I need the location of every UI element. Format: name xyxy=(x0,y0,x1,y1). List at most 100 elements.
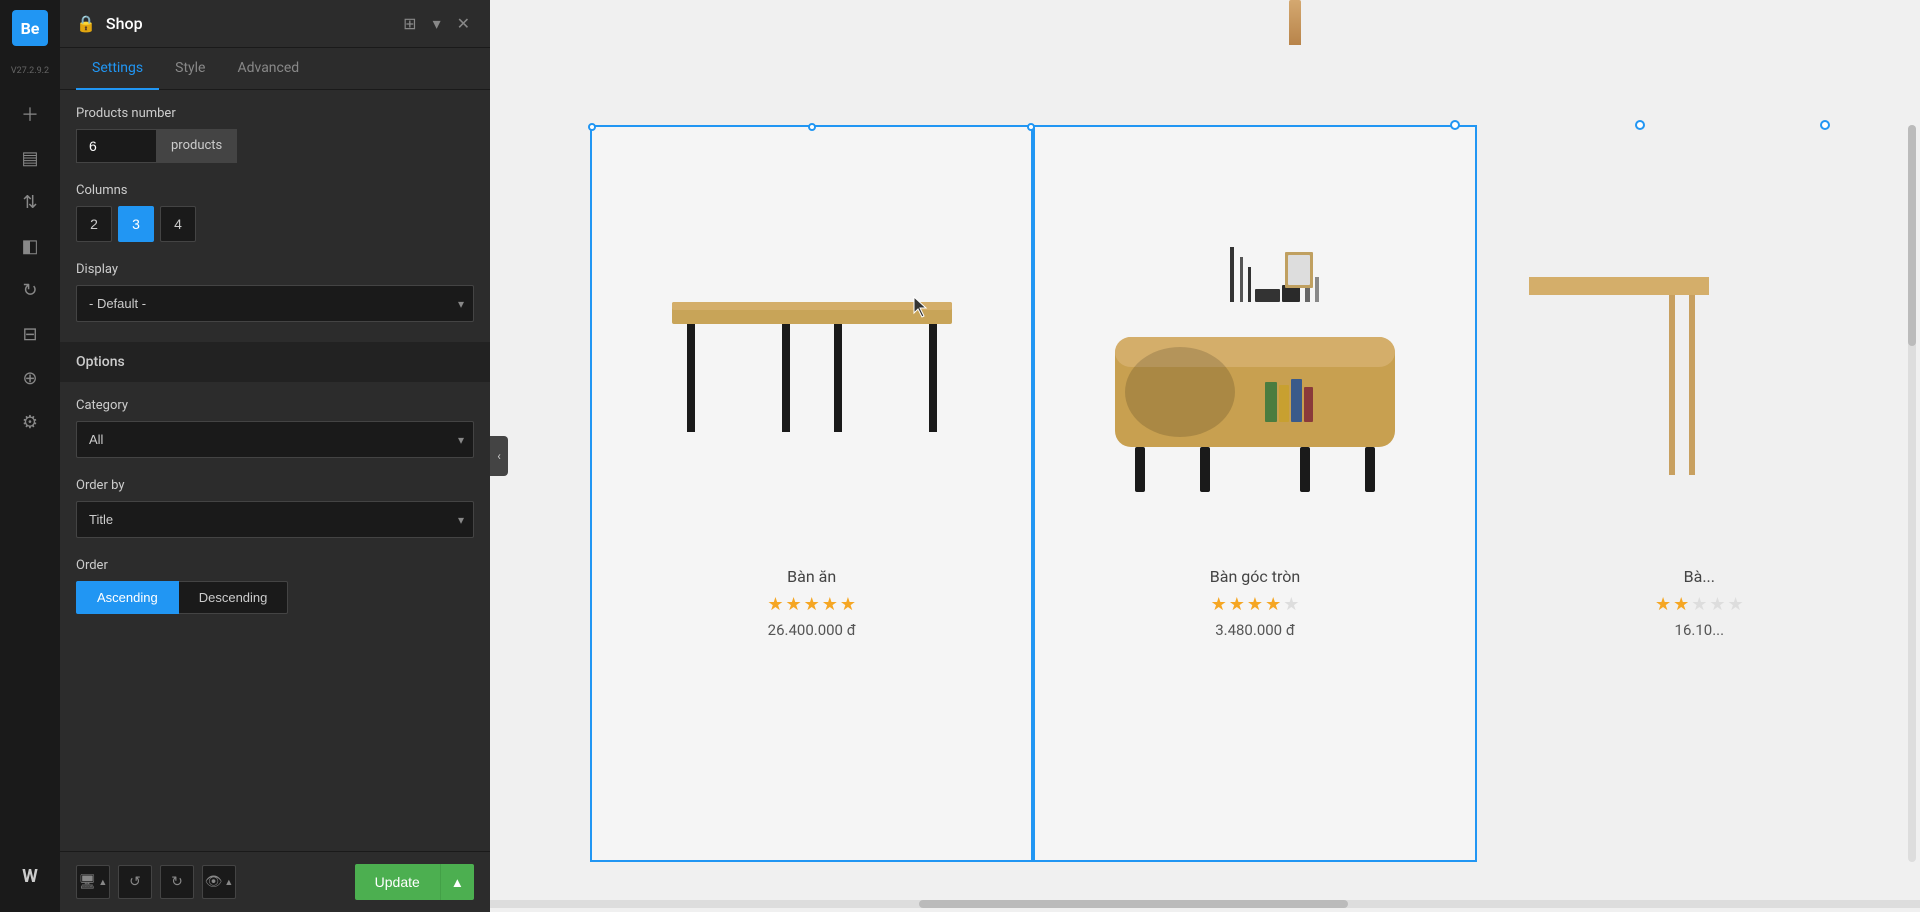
products-number-input-group: products xyxy=(76,129,474,163)
tab-style[interactable]: Style xyxy=(159,48,221,90)
star-2-2: ★ xyxy=(1229,594,1245,615)
canvas-scrollbar-thumb[interactable] xyxy=(919,900,1348,908)
panel-tabs: Settings Style Advanced xyxy=(60,48,490,90)
update-btn-arrow[interactable]: ▲ xyxy=(440,864,474,900)
update-button[interactable]: Update xyxy=(355,864,440,900)
device-btn[interactable]: 🖥 ▲ xyxy=(76,865,110,899)
panel-content: Products number products Columns 2 3 4 D… xyxy=(60,90,490,851)
app-logo: Be xyxy=(12,10,48,46)
tab-advanced[interactable]: Advanced xyxy=(221,48,315,90)
product-name-2: Bàn góc tròn xyxy=(1210,567,1300,586)
product-image-1 xyxy=(652,272,972,442)
columns-section: Columns 2 3 4 xyxy=(76,183,474,242)
canvas-vscrollbar[interactable] xyxy=(1908,125,1916,862)
icon-sidebar: Be V27.2.9.2 ＋ ▤ ⇅ ◧ ↻ ⊟ ⊕ ⚙ W xyxy=(0,0,60,912)
category-select[interactable]: All xyxy=(76,421,474,458)
top-decor xyxy=(1280,0,1310,50)
desktop-icon: 🖥 xyxy=(79,874,97,890)
product-price-1: 26.400.000 đ xyxy=(768,621,856,639)
star-2-4: ★ xyxy=(1265,594,1281,615)
update-btn-group: Update ▲ xyxy=(355,864,474,900)
settings-icon[interactable]: ⚙ xyxy=(12,404,48,440)
handle-card2-tc[interactable] xyxy=(1635,120,1645,130)
star-1-4: ★ xyxy=(822,594,838,615)
product-img-area-1 xyxy=(622,167,1001,547)
order-by-label: Order by xyxy=(76,478,474,493)
product-card-3: Bà... ★ ★ ★ ★ ★ 16.10... xyxy=(1477,125,1920,862)
star-1-5: ★ xyxy=(840,594,856,615)
products-number-section: Products number products xyxy=(76,106,474,163)
device-chevron-icon: ▲ xyxy=(98,877,107,888)
star-3-2: ★ xyxy=(1673,594,1689,615)
columns-group: 2 3 4 xyxy=(76,206,474,242)
canvas-vscrollbar-thumb[interactable] xyxy=(1908,125,1916,346)
display-select-wrapper: - Default - ▾ xyxy=(76,285,474,322)
handle-card2-tl[interactable] xyxy=(1450,120,1460,130)
order-by-select[interactable]: Title xyxy=(76,501,474,538)
globe-icon[interactable]: ⊕ xyxy=(12,360,48,396)
lock-icon: 🔒 xyxy=(76,14,96,33)
star-2-3: ★ xyxy=(1247,594,1263,615)
layout-icon[interactable]: ⊞ xyxy=(399,10,420,37)
order-ascending-btn[interactable]: Ascending xyxy=(76,581,179,614)
order-by-select-wrapper: Title ▾ xyxy=(76,501,474,538)
order-descending-btn[interactable]: Descending xyxy=(179,581,289,614)
column-btn-2[interactable]: 2 xyxy=(76,206,112,242)
columns-label: Columns xyxy=(76,183,474,198)
star-2-5: ★ xyxy=(1283,594,1299,615)
handle-card2-tr[interactable] xyxy=(1820,120,1830,130)
close-icon[interactable]: ✕ xyxy=(453,10,474,37)
preview-btn[interactable]: 👁 ▲ xyxy=(202,865,236,899)
product-stars-3: ★ ★ ★ ★ ★ xyxy=(1655,594,1744,615)
product-img-area-3 xyxy=(1509,167,1890,547)
sliders-icon[interactable]: ⊟ xyxy=(12,316,48,352)
wordpress-icon[interactable]: W xyxy=(12,858,48,894)
refresh-icon[interactable]: ↻ xyxy=(12,272,48,308)
tab-settings[interactable]: Settings xyxy=(76,48,159,90)
star-1-1: ★ xyxy=(767,594,783,615)
collapse-toggle[interactable]: ‹ xyxy=(490,436,508,476)
product-name-3: Bà... xyxy=(1684,567,1715,586)
handle-tl[interactable] xyxy=(588,123,596,131)
dropdown-arrow-icon[interactable]: ▾ xyxy=(429,10,445,37)
column-btn-3[interactable]: 3 xyxy=(118,206,154,242)
category-label: Category xyxy=(76,398,474,413)
chart-icon[interactable]: ▤ xyxy=(12,140,48,176)
app-version: V27.2.9.2 xyxy=(11,66,49,76)
products-suffix: products xyxy=(156,129,237,163)
product-name-1: Bàn ăn xyxy=(787,567,836,586)
panel-title: Shop xyxy=(106,14,143,33)
product-image-3 xyxy=(1529,217,1729,497)
star-3-4: ★ xyxy=(1709,594,1725,615)
undo-icon: ↺ xyxy=(129,874,141,890)
settings-panel: 🔒 Shop ⊞ ▾ ✕ Settings Style Advanced Pro… xyxy=(60,0,490,912)
display-section: Display - Default - ▾ xyxy=(76,262,474,322)
star-2-1: ★ xyxy=(1211,594,1227,615)
main-content: Bàn ăn ★ ★ ★ ★ ★ 26.400.000 đ xyxy=(490,0,1920,912)
product-grid: Bàn ăn ★ ★ ★ ★ ★ 26.400.000 đ xyxy=(590,125,1920,862)
product-card-1: Bàn ăn ★ ★ ★ ★ ★ 26.400.000 đ xyxy=(590,125,1033,862)
sort-icon[interactable]: ⇅ xyxy=(12,184,48,220)
eye-icon: 👁 xyxy=(205,874,223,890)
add-icon[interactable]: ＋ xyxy=(12,96,48,132)
display-select[interactable]: - Default - xyxy=(76,285,474,322)
products-number-input[interactable] xyxy=(76,129,156,163)
star-3-5: ★ xyxy=(1728,594,1744,615)
product-price-3: 16.10... xyxy=(1675,621,1725,639)
canvas-area: Bàn ăn ★ ★ ★ ★ ★ 26.400.000 đ xyxy=(490,0,1920,912)
category-section: Category All ▾ xyxy=(76,398,474,458)
order-by-section: Order by Title ▾ xyxy=(76,478,474,538)
canvas-scrollbar[interactable] xyxy=(490,900,1920,908)
category-select-wrapper: All ▾ xyxy=(76,421,474,458)
handle-tc[interactable] xyxy=(808,123,816,131)
display-label: Display xyxy=(76,262,474,277)
column-btn-4[interactable]: 4 xyxy=(160,206,196,242)
undo-btn[interactable]: ↺ xyxy=(118,865,152,899)
star-3-3: ★ xyxy=(1691,594,1707,615)
products-number-label: Products number xyxy=(76,106,474,121)
preview-chevron-icon: ▲ xyxy=(224,877,233,888)
layers-icon[interactable]: ◧ xyxy=(12,228,48,264)
order-label: Order xyxy=(76,558,474,573)
redo-btn[interactable]: ↻ xyxy=(160,865,194,899)
order-section: Order Ascending Descending xyxy=(76,558,474,614)
